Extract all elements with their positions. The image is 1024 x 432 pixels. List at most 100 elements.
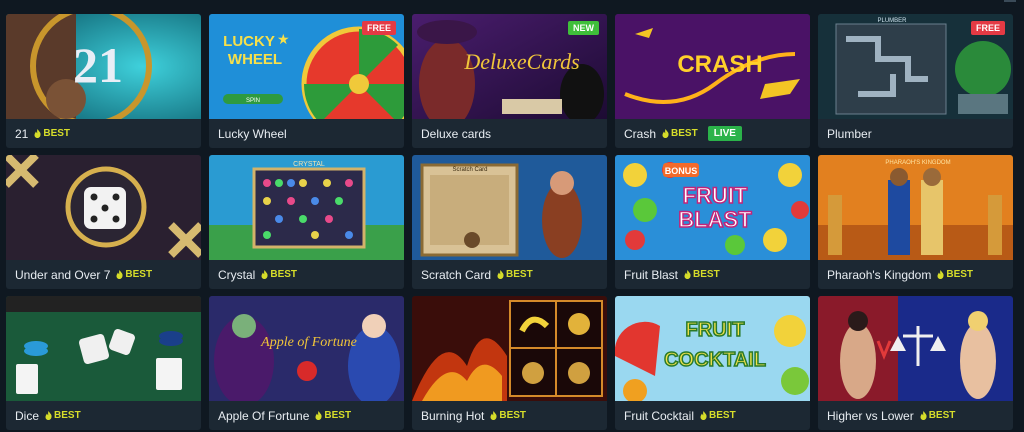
new-badge: NEW bbox=[568, 21, 599, 35]
fire-icon bbox=[662, 129, 669, 138]
fire-icon bbox=[315, 411, 322, 420]
best-text: BEST bbox=[324, 410, 352, 421]
game-card-21[interactable]: 21 21 BEST bbox=[6, 14, 201, 148]
game-title: Dice bbox=[15, 408, 40, 423]
thumb-logo: Apple of Fortune bbox=[260, 335, 357, 350]
game-thumbnail: PHARAOH'S KINGDOM bbox=[818, 155, 1013, 260]
game-card-scratch-card[interactable]: Scratch Card Scratch Card BEST bbox=[412, 155, 607, 289]
best-text: BEST bbox=[928, 410, 956, 421]
best-label: BEST bbox=[937, 269, 973, 280]
game-card-fruit-cocktail[interactable]: FRUIT COCKTAIL Fruit Cocktail BEST bbox=[615, 296, 810, 430]
thumb-bonus: BONUS bbox=[665, 166, 698, 176]
best-label: BEST bbox=[315, 410, 351, 421]
game-card-dice[interactable]: Dice BEST bbox=[6, 296, 201, 430]
best-label: BEST bbox=[497, 269, 533, 280]
thumb-logo: PLUMBER bbox=[877, 18, 907, 24]
game-thumbnail: FRUIT COCKTAIL bbox=[615, 296, 810, 401]
fire-icon bbox=[34, 129, 41, 138]
game-card-plumber[interactable]: PLUMBER FREE Plumber bbox=[818, 14, 1013, 148]
thumb-21-text: 21 bbox=[73, 37, 123, 93]
best-label: BEST bbox=[34, 128, 70, 139]
game-title: Under and Over 7 bbox=[15, 267, 111, 282]
game-thumbnail bbox=[412, 296, 607, 401]
game-card-crash[interactable]: CRASH Crash BEST LIVE bbox=[615, 14, 810, 148]
game-title: Fruit Blast bbox=[624, 267, 679, 282]
game-thumbnail: Scratch Card bbox=[412, 155, 607, 260]
free-badge: FREE bbox=[361, 21, 396, 35]
best-label: BEST bbox=[700, 410, 736, 421]
game-card-lucky-wheel[interactable]: LUCKY WHEEL SPIN ★ FREE Lucky Wheel bbox=[209, 14, 404, 148]
best-text: BEST bbox=[125, 269, 153, 280]
thumb-logo: PHARAOH'S KINGDOM bbox=[885, 160, 950, 166]
game-title: Deluxe cards bbox=[421, 126, 492, 141]
game-thumbnail: CRYSTAL bbox=[209, 155, 404, 260]
best-text: BEST bbox=[499, 410, 527, 421]
game-title: Pharaoh's Kingdom bbox=[827, 267, 932, 282]
best-text: BEST bbox=[54, 410, 81, 421]
live-badge: LIVE bbox=[707, 126, 742, 141]
thumb-logo: Scratch Card bbox=[452, 167, 487, 173]
game-card-deluxe-cards[interactable]: DeluxeCards NEW Deluxe cards bbox=[412, 14, 607, 148]
thumb-logo: CRASH bbox=[677, 51, 762, 78]
game-title: Lucky Wheel bbox=[218, 126, 287, 141]
games-grid: 21 21 BEST LUCKY WHEEL SPIN ★ FREE Lucky… bbox=[6, 14, 1013, 430]
game-card-crystal[interactable]: CRYSTAL Crystal BEST bbox=[209, 155, 404, 289]
game-thumbnail bbox=[6, 296, 201, 401]
game-title: Fruit Cocktail bbox=[624, 408, 695, 423]
thumb-line2: BLAST bbox=[678, 207, 752, 232]
fire-icon bbox=[920, 411, 927, 420]
game-card-under-and-over-7[interactable]: Under and Over 7 BEST bbox=[6, 155, 201, 289]
fire-icon bbox=[116, 270, 123, 279]
best-text: BEST bbox=[709, 410, 736, 421]
fire-icon bbox=[497, 270, 504, 279]
best-text: BEST bbox=[671, 128, 698, 139]
thumb-line1: LUCKY bbox=[223, 33, 275, 50]
fire-icon bbox=[700, 411, 707, 420]
thumb-line2: COCKTAIL bbox=[664, 349, 766, 371]
game-thumbnail: 21 bbox=[6, 14, 201, 119]
game-card-burning-hot[interactable]: Burning Hot BEST bbox=[412, 296, 607, 430]
fire-icon bbox=[684, 270, 691, 279]
best-text: BEST bbox=[270, 269, 298, 280]
game-title: Crash bbox=[624, 126, 657, 141]
free-badge: FREE bbox=[970, 21, 1005, 35]
svg-text:★: ★ bbox=[277, 31, 290, 47]
fire-icon bbox=[937, 270, 944, 279]
fire-icon bbox=[45, 411, 52, 420]
game-card-fruit-blast[interactable]: BONUS FRUIT BLAST Fruit Blast BEST bbox=[615, 155, 810, 289]
game-thumbnail bbox=[6, 155, 201, 260]
game-card-pharaohs-kingdom[interactable]: PHARAOH'S KINGDOM Pharaoh's Kingdom BEST bbox=[818, 155, 1013, 289]
best-label: BEST bbox=[261, 269, 297, 280]
game-thumbnail: PLUMBER FREE bbox=[818, 14, 1013, 119]
thumb-logo: DeluxeCards bbox=[463, 49, 579, 74]
game-thumbnail: Apple of Fortune bbox=[209, 296, 404, 401]
game-thumbnail: DeluxeCards NEW bbox=[412, 14, 607, 119]
game-title: Plumber bbox=[827, 126, 872, 141]
game-title: Burning Hot bbox=[421, 408, 485, 423]
thumb-line1: FRUIT bbox=[686, 319, 745, 341]
best-text: BEST bbox=[43, 128, 71, 139]
game-title: Apple Of Fortune bbox=[218, 408, 310, 423]
game-card-apple-of-fortune[interactable]: Apple of Fortune Apple Of Fortune BEST bbox=[209, 296, 404, 430]
fire-icon bbox=[261, 270, 268, 279]
game-thumbnail: CRASH bbox=[615, 14, 810, 119]
thumb-line2: WHEEL bbox=[228, 51, 282, 68]
best-label: BEST bbox=[920, 410, 956, 421]
game-card-higher-vs-lower[interactable]: Higher vs Lower BEST bbox=[818, 296, 1013, 430]
best-text: BEST bbox=[693, 269, 720, 280]
fire-icon bbox=[490, 411, 497, 420]
game-thumbnail: BONUS FRUIT BLAST bbox=[615, 155, 810, 260]
game-title: Scratch Card bbox=[421, 267, 492, 282]
thumb-spin: SPIN bbox=[246, 98, 260, 104]
thumb-logo: CRYSTAL bbox=[293, 161, 325, 168]
game-thumbnail bbox=[818, 296, 1013, 401]
best-label: BEST bbox=[662, 128, 698, 139]
game-title: Higher vs Lower bbox=[827, 408, 914, 423]
game-title: Crystal bbox=[218, 267, 256, 282]
best-text: BEST bbox=[506, 269, 533, 280]
best-label: BEST bbox=[490, 410, 526, 421]
game-title: 21 bbox=[15, 126, 29, 141]
top-edge-indicator bbox=[1004, 0, 1016, 2]
best-label: BEST bbox=[116, 269, 152, 280]
best-text: BEST bbox=[946, 269, 974, 280]
